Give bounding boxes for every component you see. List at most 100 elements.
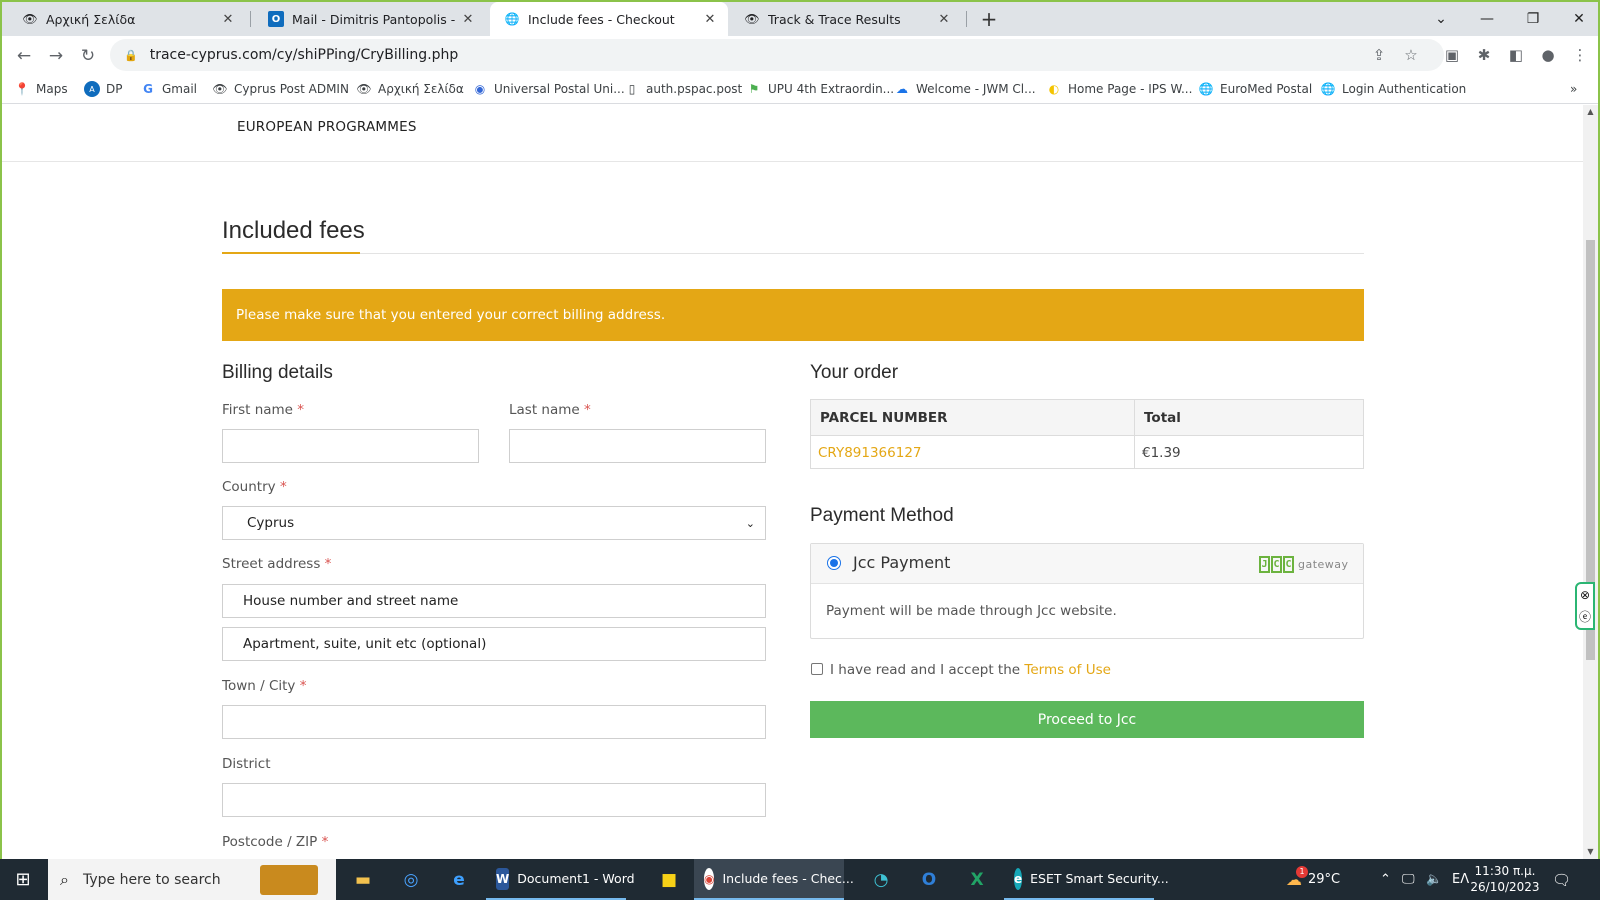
network-icon[interactable]: 🖵 [1402, 859, 1415, 900]
bookmark-gmail[interactable]: G Gmail [140, 74, 197, 104]
volume-icon[interactable]: 🔈 [1426, 859, 1442, 900]
taskbar-word[interactable]: W Document1 - Word [486, 859, 635, 900]
accept-terms-label: I have read and I accept the Terms of Us… [830, 662, 1111, 678]
bookmark-upu[interactable]: ◉ Universal Postal Uni... [472, 74, 625, 104]
upu-globe-icon: ◉ [474, 82, 486, 96]
clock-time: 11:30 π.μ. [1474, 864, 1536, 878]
reload-icon[interactable]: ↻ [74, 42, 102, 70]
bookmark-login-auth[interactable]: 🌐 Login Authentication [1320, 74, 1467, 104]
notifications-icon[interactable]: 🗨 [1552, 859, 1571, 900]
bookmark-pspac[interactable]: ▯ auth.pspac.post [624, 74, 743, 104]
profile-avatar-icon[interactable]: ● [1536, 43, 1560, 67]
bookmark-label: Home Page - IPS W... [1068, 82, 1193, 96]
show-hidden-icons-chevron-icon[interactable]: ⌃ [1380, 859, 1391, 900]
close-tab-icon[interactable]: ✕ [220, 12, 236, 27]
bookmark-home-page-gr[interactable]: 👁 Αρχική Σελίδα [356, 74, 463, 104]
jcc-payment-label[interactable]: Jcc Payment [853, 553, 950, 572]
last-name-input[interactable] [509, 429, 766, 463]
bookmark-ips[interactable]: ◐ Home Page - IPS W... [1046, 74, 1193, 104]
extension-app-icon[interactable]: ▣ [1440, 43, 1464, 67]
tab-separator [250, 11, 251, 27]
restore-button[interactable]: ❐ [1510, 2, 1556, 36]
side-panel-icon[interactable]: ◧ [1504, 43, 1528, 67]
bookmark-jwm[interactable]: ☁ Welcome - JWM Cl... [894, 74, 1036, 104]
speed-gauge-app-icon[interactable]: ◎ [388, 859, 434, 900]
taskbar-chrome[interactable]: ◉ Include fees - Chec... [694, 859, 854, 900]
tab-search-chevron-icon[interactable]: ⌄ [1418, 2, 1464, 36]
district-input[interactable] [222, 783, 766, 817]
close-tab-icon[interactable]: ✕ [936, 12, 952, 27]
first-name-label: First name * [222, 402, 304, 418]
bookmark-label: DP [106, 82, 123, 96]
street-address-line1-input[interactable]: House number and street name [222, 584, 766, 618]
new-tab-button[interactable]: + [976, 6, 1002, 32]
extensions-puzzle-icon[interactable]: ✱ [1472, 43, 1496, 67]
tab-home-page[interactable]: 👁 Αρχική Σελίδα ✕ [8, 2, 246, 36]
edge-icon[interactable]: ◔ [858, 859, 904, 900]
close-tab-icon[interactable]: ✕ [460, 12, 476, 27]
taskbar-clock[interactable]: 11:30 π.μ. 26/10/2023 [1470, 863, 1540, 895]
page-scrollbar[interactable]: ▲ ▼ [1583, 105, 1598, 859]
your-order-title: Your order [810, 362, 899, 383]
weather-widget[interactable]: ☁ 1 29°C [1286, 859, 1340, 900]
jcc-payment-radio[interactable] [827, 556, 841, 570]
terms-of-use-link[interactable]: Terms of Use [1024, 662, 1111, 678]
file-explorer-icon[interactable]: ▬ [340, 859, 386, 900]
first-name-input[interactable] [222, 429, 479, 463]
edge-e-icon[interactable]: ⓔ [1577, 606, 1593, 628]
language-indicator[interactable]: ΕΛ [1452, 859, 1469, 900]
town-city-input[interactable] [222, 705, 766, 739]
bookmark-dp[interactable]: A DP [84, 74, 122, 104]
forward-arrow-icon[interactable]: → [42, 42, 70, 70]
total-header: Total [1144, 410, 1181, 426]
bookmark-cyprus-post-admin[interactable]: 👁 Cyprus Post ADMIN [212, 74, 349, 104]
scroll-up-arrow-icon[interactable]: ▲ [1583, 107, 1598, 116]
sticky-notes-icon[interactable]: ■ [646, 859, 692, 900]
tab-include-fees[interactable]: 🌐 Include fees - Checkout ✕ [490, 2, 728, 36]
tab-mail[interactable]: O Mail - Dimitris Pantopolis - Outlo ✕ [254, 2, 486, 36]
close-tab-icon[interactable]: ✕ [702, 12, 718, 27]
map-pin-icon: 📍 [14, 82, 30, 96]
page-title: Included fees [222, 217, 365, 244]
taskbar-search-box[interactable]: ⌕ Type here to search [48, 859, 336, 900]
scroll-down-arrow-icon[interactable]: ▼ [1583, 847, 1598, 856]
street-address-line2-input[interactable]: Apartment, suite, unit etc (optional) [222, 627, 766, 661]
eye-icon: 👁 [356, 82, 372, 96]
street-address-label: Street address * [222, 556, 331, 572]
outlook-icon[interactable]: O [906, 859, 952, 900]
taskbar-eset[interactable]: e ESET Smart Security... [1004, 859, 1169, 900]
bookmark-star-icon[interactable]: ☆ [1400, 44, 1422, 66]
label-text: First name [222, 402, 293, 418]
close-circle-icon[interactable]: ⊗ [1577, 584, 1593, 606]
chrome-icon: ◉ [704, 867, 715, 890]
excel-icon[interactable]: X [954, 859, 1000, 900]
proceed-to-jcc-button[interactable]: Proceed to Jcc [810, 701, 1364, 738]
dp-icon: A [84, 81, 100, 97]
weather-cloud-sun-icon: ☁ 1 [1286, 866, 1308, 889]
nav-european-programmes[interactable]: EUROPEAN PROGRAMMES [237, 119, 417, 135]
tab-track-trace[interactable]: 👁 Track & Trace Results ✕ [730, 2, 962, 36]
minimize-button[interactable]: — [1464, 2, 1510, 36]
payment-option-header[interactable]: Jcc Payment J C C gateway [811, 544, 1363, 584]
accept-terms-checkbox[interactable] [811, 663, 823, 675]
bookmark-maps[interactable]: 📍 Maps [14, 74, 68, 104]
globe-icon: 🌐 [1320, 82, 1336, 96]
close-window-button[interactable]: ✕ [1556, 2, 1600, 36]
logo-letter: J [1259, 555, 1270, 573]
google-icon: G [143, 82, 153, 96]
back-arrow-icon[interactable]: ← [10, 42, 38, 70]
internet-explorer-icon[interactable]: e [436, 859, 482, 900]
address-bar[interactable]: 🔒 trace-cyprus.com/cy/shiPPing/CryBillin… [110, 39, 1444, 71]
parcel-number-link[interactable]: CRY891366127 [818, 445, 922, 461]
bookmark-upu-extraordinary[interactable]: ⚑ UPU 4th Extraordin... [746, 74, 895, 104]
windows-start-icon[interactable]: ⊞ [0, 859, 46, 900]
more-bookmarks-chevron-icon[interactable]: » [1570, 74, 1577, 104]
word-icon: W [496, 867, 510, 890]
lock-icon: 🔒 [124, 48, 138, 62]
bookmark-euromed[interactable]: 🌐 EuroMed Postal [1198, 74, 1313, 104]
bookmark-label: Welcome - JWM Cl... [916, 82, 1036, 96]
country-select[interactable]: Cyprus ⌄ [222, 506, 766, 540]
menu-kebab-icon[interactable]: ⋮ [1568, 43, 1592, 67]
side-widget[interactable]: ⊗ ⓔ [1575, 582, 1595, 630]
share-icon[interactable]: ⇪ [1368, 44, 1390, 66]
